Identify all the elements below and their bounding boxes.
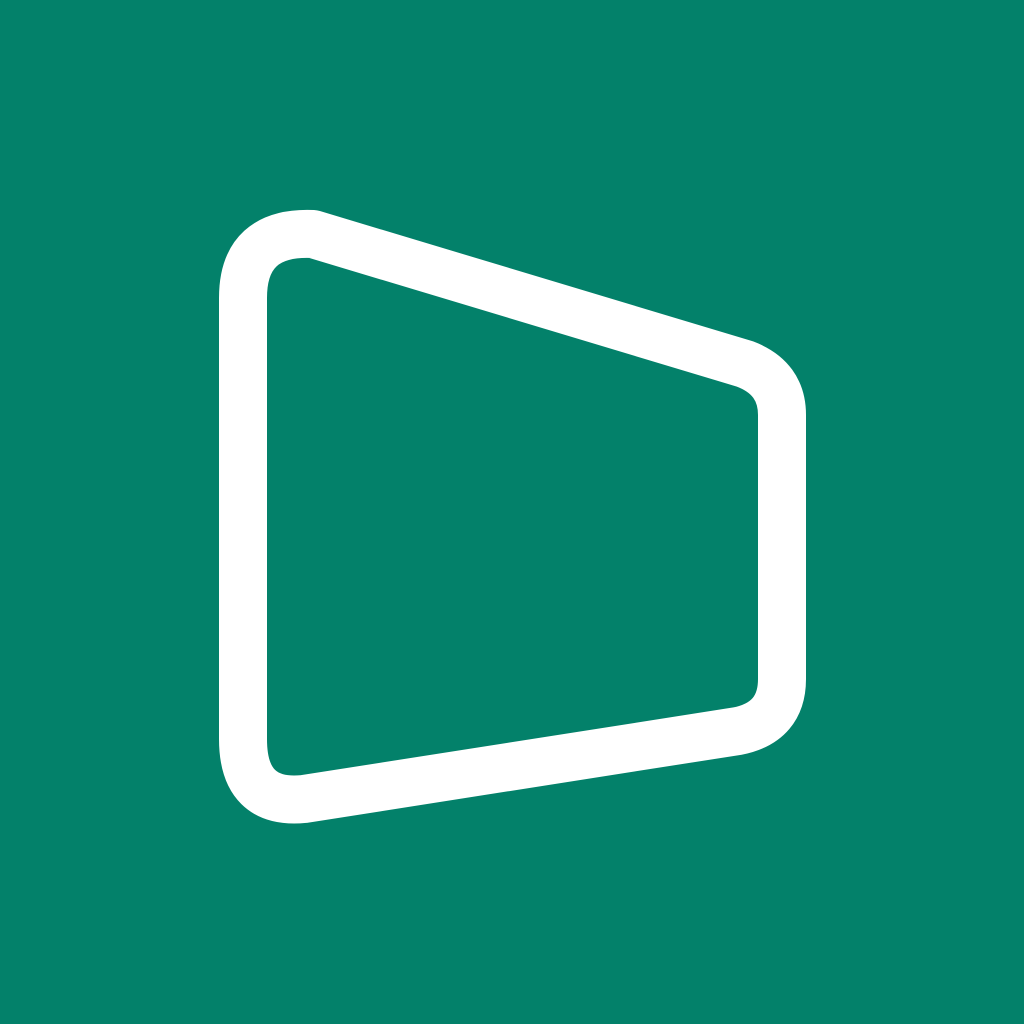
- app-icon-graphic: [0, 0, 1024, 1024]
- app-icon: [0, 0, 1024, 1024]
- icon-background: [0, 0, 1024, 1024]
